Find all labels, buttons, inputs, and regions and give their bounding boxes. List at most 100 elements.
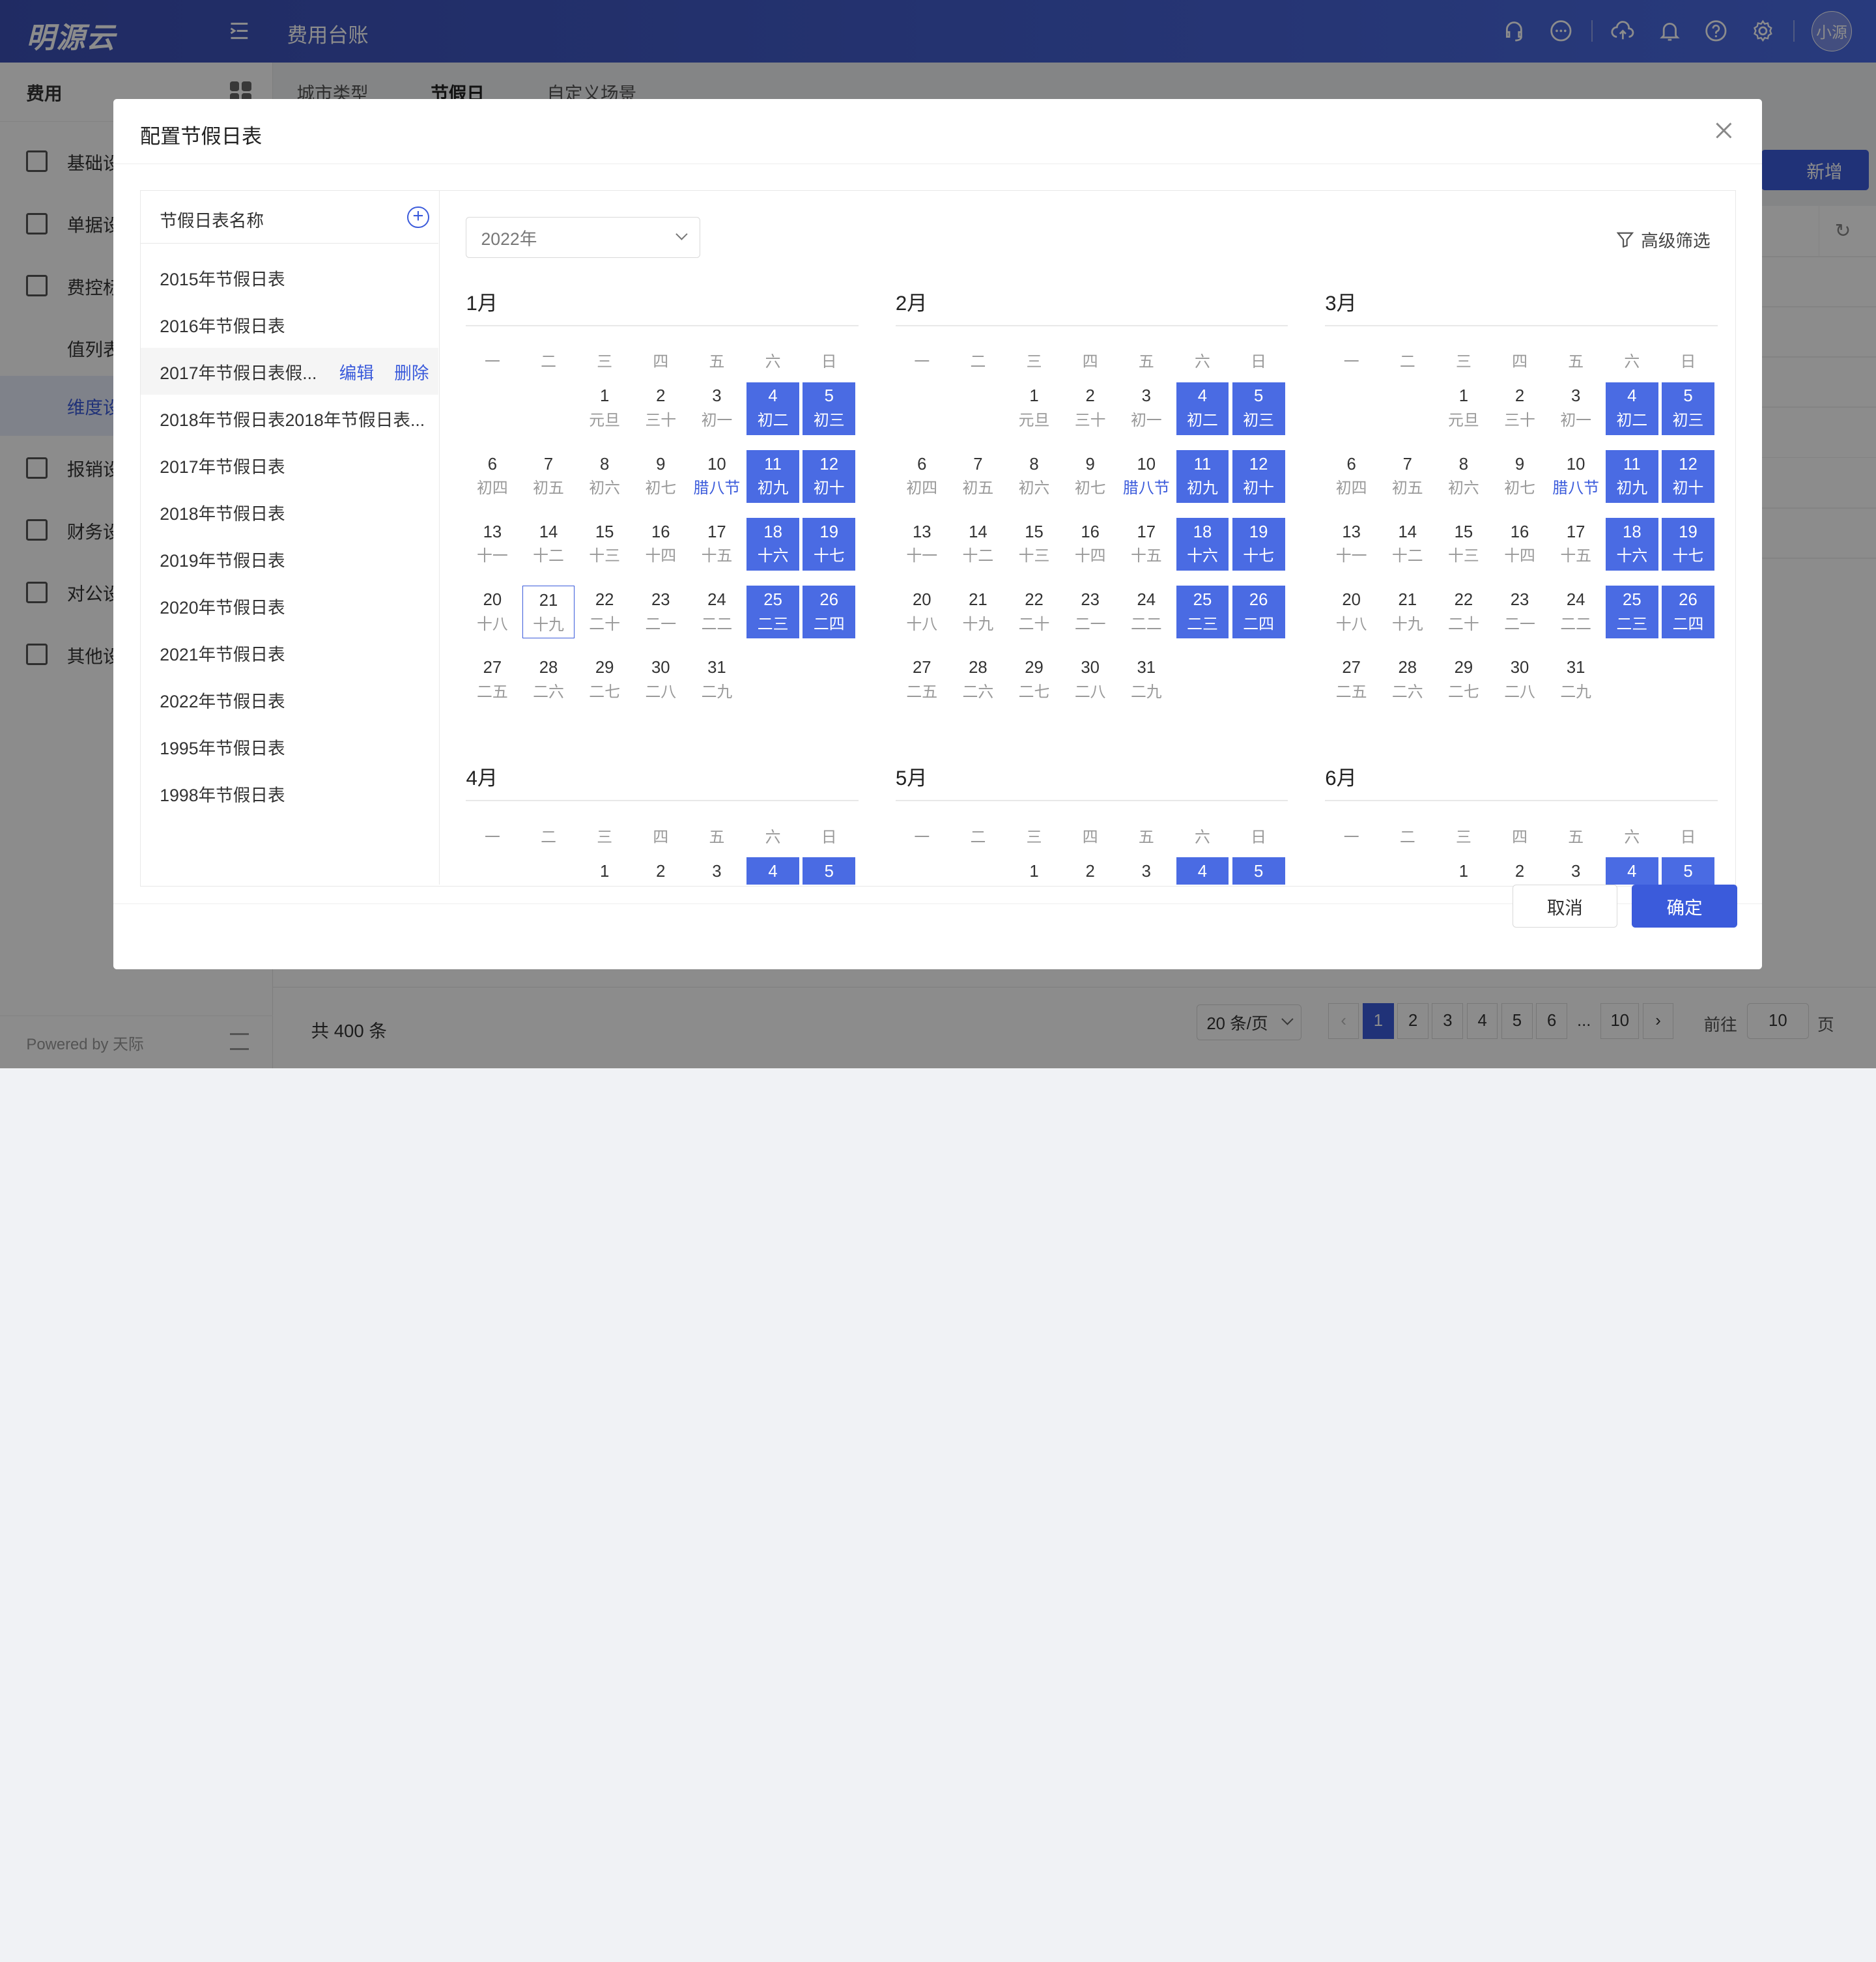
calendar-day[interactable]: 16十四 — [1064, 518, 1116, 571]
calendar-day[interactable]: 19十七 — [803, 518, 855, 571]
calendar-day[interactable]: 8初六 — [578, 450, 631, 503]
holiday-list-item[interactable]: 2020年节假日表 — [141, 582, 438, 629]
calendar-day[interactable]: 12初十 — [803, 450, 855, 503]
calendar-day[interactable]: 1元旦 — [578, 382, 631, 435]
calendar-day[interactable]: 7初五 — [1381, 450, 1434, 503]
calendar-day[interactable]: 31二九 — [1550, 653, 1602, 706]
calendar-day[interactable]: 27二五 — [1325, 653, 1378, 706]
calendar-day[interactable]: 8初六 — [1438, 450, 1490, 503]
calendar-day[interactable]: 20十八 — [466, 586, 519, 638]
delete-link[interactable]: 删除 — [394, 359, 429, 384]
calendar-day[interactable]: 4初二 — [746, 857, 799, 885]
calendar-day[interactable]: 16十四 — [1494, 518, 1546, 571]
calendar-day[interactable]: 13十一 — [466, 518, 519, 571]
calendar-day[interactable]: 5初三 — [1232, 382, 1285, 435]
holiday-list-item[interactable]: 2021年节假日表 — [141, 629, 438, 676]
calendar-day[interactable]: 14十二 — [522, 518, 575, 571]
calendar-day[interactable]: 4初二 — [1606, 382, 1658, 435]
calendar-day[interactable]: 7初五 — [522, 450, 575, 503]
calendar-day[interactable]: 9初七 — [1494, 450, 1546, 503]
calendar-day[interactable]: 20十八 — [1325, 586, 1378, 638]
add-circle-icon[interactable]: + — [407, 206, 429, 228]
calendar-day[interactable]: 23二一 — [1064, 586, 1116, 638]
calendar-day[interactable]: 12初十 — [1232, 450, 1285, 503]
calendar-day[interactable]: 11初九 — [1606, 450, 1658, 503]
calendar-day[interactable]: 24二二 — [1120, 586, 1172, 638]
calendar-day[interactable]: 21十九 — [522, 586, 575, 638]
holiday-list-item[interactable]: 2015年节假日表 — [141, 254, 438, 301]
cancel-button[interactable]: 取消 — [1513, 885, 1618, 928]
calendar-day[interactable]: 10腊八节 — [1550, 450, 1602, 503]
calendar-day[interactable]: 29二七 — [578, 653, 631, 706]
holiday-list-item[interactable]: 2019年节假日表 — [141, 535, 438, 582]
calendar-day[interactable]: 22二十 — [1008, 586, 1060, 638]
calendar-day[interactable]: 5初三 — [1662, 382, 1714, 435]
holiday-list-item[interactable]: 2016年节假日表 — [141, 301, 438, 348]
calendar-day[interactable]: 19十七 — [1232, 518, 1285, 571]
calendar-day[interactable]: 5初三 — [1232, 857, 1285, 885]
edit-link[interactable]: 编辑 — [339, 359, 374, 384]
calendar-day[interactable]: 27二五 — [896, 653, 948, 706]
calendar-day[interactable]: 30二八 — [1494, 653, 1546, 706]
year-select[interactable]: 2022年 — [466, 217, 700, 257]
calendar-day[interactable]: 2三十 — [1494, 857, 1546, 885]
calendar-day[interactable]: 11初九 — [746, 450, 799, 503]
calendar-day[interactable]: 26二四 — [803, 586, 855, 638]
calendar-day[interactable]: 26二四 — [1662, 586, 1714, 638]
calendar-day[interactable]: 27二五 — [466, 653, 519, 706]
calendar-day[interactable]: 2三十 — [634, 382, 687, 435]
calendar-day[interactable]: 3初一 — [1550, 857, 1602, 885]
calendar-day[interactable]: 3初一 — [1120, 857, 1172, 885]
calendar-day[interactable]: 29二七 — [1438, 653, 1490, 706]
calendar-day[interactable]: 7初五 — [952, 450, 1004, 503]
calendar-day[interactable]: 28二六 — [522, 653, 575, 706]
calendar-day[interactable]: 26二四 — [1232, 586, 1285, 638]
calendar-day[interactable]: 4初二 — [746, 382, 799, 435]
calendar-day[interactable]: 13十一 — [1325, 518, 1378, 571]
calendar-day[interactable]: 5初三 — [803, 382, 855, 435]
calendar-day[interactable]: 9初七 — [1064, 450, 1116, 503]
calendar-day[interactable]: 8初六 — [1008, 450, 1060, 503]
calendar-day[interactable]: 15十三 — [578, 518, 631, 571]
calendar-day[interactable]: 1元旦 — [1438, 382, 1490, 435]
calendar-day[interactable]: 10腊八节 — [690, 450, 743, 503]
calendar-day[interactable]: 24二二 — [1550, 586, 1602, 638]
calendar-day[interactable]: 30二八 — [634, 653, 687, 706]
close-icon[interactable] — [1712, 119, 1736, 143]
calendar-day[interactable]: 5初三 — [803, 857, 855, 885]
calendar-day[interactable]: 11初九 — [1176, 450, 1229, 503]
calendar-day[interactable]: 17十五 — [1120, 518, 1172, 571]
calendar-day[interactable]: 3初一 — [690, 857, 743, 885]
calendar-day[interactable]: 20十八 — [896, 586, 948, 638]
calendar-day[interactable]: 5初三 — [1662, 857, 1714, 885]
calendar-day[interactable]: 1元旦 — [1438, 857, 1490, 885]
calendar-day[interactable]: 3初一 — [1120, 382, 1172, 435]
calendar-day[interactable]: 22二十 — [578, 586, 631, 638]
calendar-day[interactable]: 19十七 — [1662, 518, 1714, 571]
calendar-day[interactable]: 2三十 — [634, 857, 687, 885]
calendar-day[interactable]: 6初四 — [896, 450, 948, 503]
calendar-day[interactable]: 3初一 — [1550, 382, 1602, 435]
calendar-day[interactable]: 18十六 — [1176, 518, 1229, 571]
calendar-day[interactable]: 15十三 — [1008, 518, 1060, 571]
calendar-day[interactable]: 16十四 — [634, 518, 687, 571]
calendar-day[interactable]: 3初一 — [690, 382, 743, 435]
calendar-day[interactable]: 1元旦 — [1008, 857, 1060, 885]
calendar-day[interactable]: 25二三 — [1606, 586, 1658, 638]
calendar-day[interactable]: 15十三 — [1438, 518, 1490, 571]
calendar-day[interactable]: 21十九 — [952, 586, 1004, 638]
calendar-day[interactable]: 1元旦 — [1008, 382, 1060, 435]
calendar-day[interactable]: 23二一 — [634, 586, 687, 638]
calendar-day[interactable]: 23二一 — [1494, 586, 1546, 638]
advanced-filter-button[interactable]: 高级筛选 — [1617, 227, 1710, 252]
calendar-day[interactable]: 31二九 — [690, 653, 743, 706]
calendar-day[interactable]: 18十六 — [746, 518, 799, 571]
calendar-day[interactable]: 21十九 — [1381, 586, 1434, 638]
calendar-day[interactable]: 17十五 — [1550, 518, 1602, 571]
calendar-day[interactable]: 9初七 — [634, 450, 687, 503]
calendar-day[interactable]: 4初二 — [1176, 382, 1229, 435]
calendar-day[interactable]: 14十二 — [952, 518, 1004, 571]
holiday-list-item[interactable]: 2022年节假日表 — [141, 676, 438, 723]
calendar-day[interactable]: 14十二 — [1381, 518, 1434, 571]
holiday-list-item[interactable]: 2018年节假日表2018年节假日表... — [141, 395, 438, 442]
